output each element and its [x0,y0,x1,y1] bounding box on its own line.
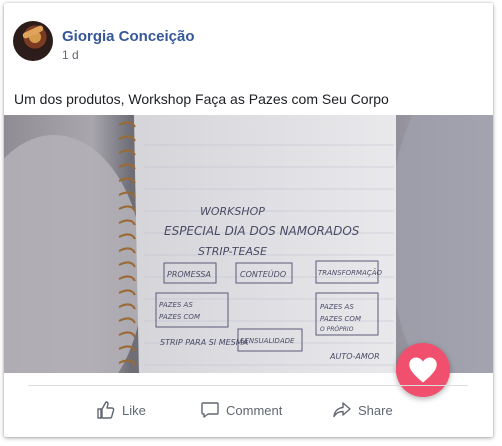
svg-text:SENSUALIDADE: SENSUALIDADE [240,337,295,345]
heart-icon [409,357,437,383]
share-icon [333,402,351,418]
post-actions: Like Comment Share [4,391,493,431]
svg-text:ESPECIAL DIA DOS NAMORADOS: ESPECIAL DIA DOS NAMORADOS [164,224,360,238]
svg-text:AUTO-AMOR: AUTO-AMOR [329,352,380,361]
svg-text:STRIP-TEASE: STRIP-TEASE [198,245,267,258]
like-label: Like [122,402,146,418]
post-photo[interactable]: WORKSHOP ESPECIAL DIA DOS NAMORADOS STRI… [4,115,493,373]
comment-label: Comment [226,402,283,418]
post-caption: Um dos produtos, Workshop Faça as Pazes … [14,91,389,107]
like-button[interactable]: Like [96,397,146,423]
svg-text:TRANSFORMAÇÃO: TRANSFORMAÇÃO [318,268,383,277]
post-timestamp[interactable]: 1 d [62,48,79,62]
post-header: Giorgia Conceição 1 d [4,3,493,83]
post-card: Giorgia Conceição 1 d Um dos produtos, W… [4,3,493,437]
comment-button[interactable]: Comment [200,397,282,423]
svg-text:PAZES COM: PAZES COM [320,315,361,323]
svg-text:O PRÓPRIO: O PRÓPRIO [320,326,354,333]
avatar[interactable] [13,21,53,61]
svg-text:CONTEÚDO: CONTEÚDO [240,268,286,279]
love-reaction-button[interactable] [396,343,450,397]
notebook-photo: WORKSHOP ESPECIAL DIA DOS NAMORADOS STRI… [4,115,493,373]
comment-icon [201,402,219,418]
share-label: Share [358,402,393,418]
actions-divider [28,385,468,386]
svg-text:STRIP PARA SI MESMA: STRIP PARA SI MESMA [160,338,248,347]
share-button[interactable]: Share [332,397,393,423]
svg-text:PAZES AS: PAZES AS [320,303,354,311]
svg-text:PROMESSA: PROMESSA [167,270,211,279]
thumbs-up-icon [97,401,115,419]
svg-text:WORKSHOP: WORKSHOP [200,205,265,218]
svg-text:PAZES AS: PAZES AS [159,301,193,309]
svg-text:PAZES COM: PAZES COM [159,313,200,321]
author-name[interactable]: Giorgia Conceição [62,28,195,45]
